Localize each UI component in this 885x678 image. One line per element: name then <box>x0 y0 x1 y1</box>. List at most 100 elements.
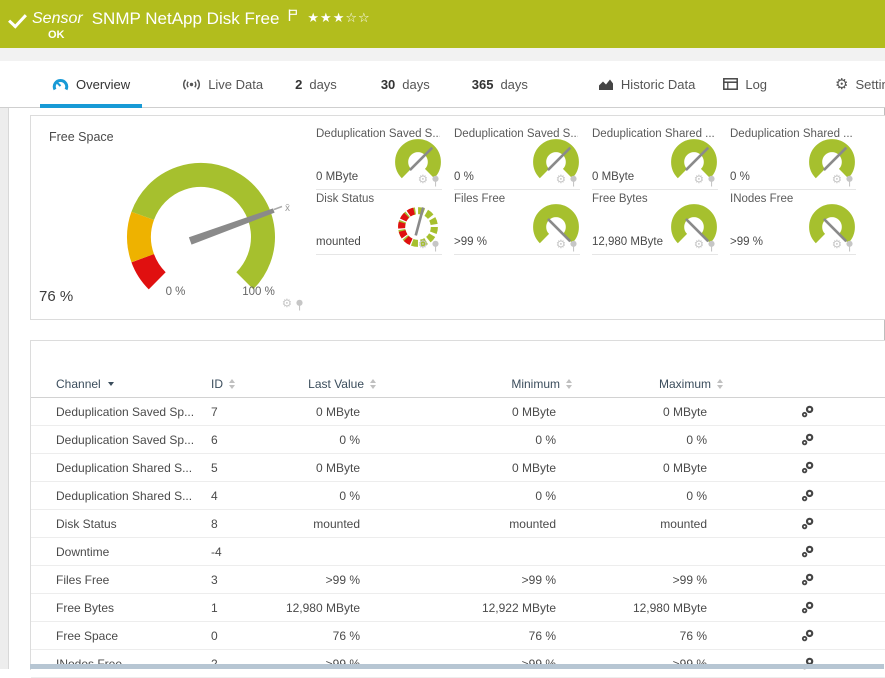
gauge-actions[interactable]: ⚙ <box>556 240 578 252</box>
gauge-min-label: 0 % <box>153 286 198 298</box>
channel-id: 4 <box>211 489 271 503</box>
table-row: Disk Status 8 mounted mounted mounted <box>31 510 885 538</box>
pin-icon[interactable] <box>845 240 854 252</box>
last-value: 0 MByte <box>271 405 376 419</box>
gauge-actions[interactable]: ⚙ <box>282 299 304 311</box>
pin-icon[interactable] <box>431 175 440 187</box>
next-panel-edge <box>30 664 884 669</box>
sort-header-channel[interactable]: Channel <box>56 377 211 391</box>
mini-gauge-files-free: Files Free >99 % ⚙ <box>454 191 580 255</box>
gear-icon[interactable]: ⚙ <box>694 175 704 187</box>
mini-gauge-dedup-saved-percent: Deduplication Saved S... 0 % ⚙ <box>454 126 580 190</box>
sort-desc-icon <box>108 382 114 386</box>
table-row: Files Free 3 >99 % >99 % >99 % <box>31 566 885 594</box>
pin-icon[interactable] <box>707 240 716 252</box>
gear-icon[interactable]: ⚙ <box>694 240 704 252</box>
pin-icon[interactable] <box>569 175 578 187</box>
channel-settings-icon[interactable] <box>801 433 814 446</box>
gauge-actions[interactable]: ⚙ <box>694 175 716 187</box>
tab-2-days[interactable]: 2days <box>283 61 349 107</box>
live-signal-icon <box>182 78 201 91</box>
channel-name: Deduplication Saved Sp... <box>56 405 211 419</box>
maximum-value: 0 MByte <box>572 405 723 419</box>
status-ok-check-icon <box>8 9 27 28</box>
tab-365-days[interactable]: 365days <box>460 61 540 107</box>
gear-icon[interactable]: ⚙ <box>832 175 842 187</box>
last-value: 12,980 MByte <box>271 601 376 615</box>
gauge-actions[interactable]: ⚙ <box>418 240 440 252</box>
mini-gauge-value: 12,980 MByte <box>592 236 663 248</box>
mini-gauge-inodes-free: INodes Free >99 % ⚙ <box>730 191 856 255</box>
table-row: Deduplication Shared S... 5 0 MByte 0 MB… <box>31 454 885 482</box>
tab-live-data[interactable]: Live Data <box>170 61 275 107</box>
gauge-actions[interactable]: ⚙ <box>832 240 854 252</box>
gear-icon: ⚙ <box>835 75 848 93</box>
sensor-status-badge: OK <box>48 29 65 41</box>
tab-label: Settings <box>856 77 885 92</box>
gear-icon[interactable]: ⚙ <box>418 175 428 187</box>
tab-label: days <box>309 77 336 92</box>
last-value: >99 % <box>271 573 376 587</box>
channel-id: 5 <box>211 461 271 475</box>
mini-gauge-value: mounted <box>316 236 361 248</box>
sort-header-minimum[interactable]: Minimum <box>376 377 572 391</box>
maximum-value: 12,980 MByte <box>572 601 723 615</box>
gauge-actions[interactable]: ⚙ <box>556 175 578 187</box>
maximum-value: 0 % <box>572 433 723 447</box>
channel-settings-icon[interactable] <box>801 461 814 474</box>
sort-header-last-value[interactable]: Last Value <box>271 377 376 391</box>
stars-empty: ☆☆ <box>345 10 370 25</box>
table-row: Free Bytes 1 12,980 MByte 12,922 MByte 1… <box>31 594 885 622</box>
header-gap <box>0 48 885 61</box>
gauge-actions[interactable]: ⚙ <box>694 240 716 252</box>
channel-name: Deduplication Shared S... <box>56 461 211 475</box>
pin-icon[interactable] <box>845 175 854 187</box>
tab-overview[interactable]: Overview <box>40 61 142 107</box>
pin-icon[interactable] <box>707 175 716 187</box>
mini-gauge-dedup-shared-space: Deduplication Shared ... 0 MByte ⚙ <box>592 126 718 190</box>
gear-icon[interactable]: ⚙ <box>282 299 292 311</box>
channel-settings-icon[interactable] <box>801 601 814 614</box>
channel-settings-icon[interactable] <box>801 545 814 558</box>
tab-30-days[interactable]: 30days <box>369 61 442 107</box>
channel-id: 6 <box>211 433 271 447</box>
gear-icon[interactable]: ⚙ <box>418 240 428 252</box>
table-header-row: Channel ID Last Value Minimum Maximum <box>31 371 885 398</box>
pin-icon[interactable] <box>569 240 578 252</box>
sort-header-maximum[interactable]: Maximum <box>572 377 723 391</box>
maximum-value: 0 MByte <box>572 461 723 475</box>
mini-gauge-value: >99 % <box>730 236 763 248</box>
priority-rating[interactable]: ★★★☆☆ <box>307 10 370 26</box>
table-row: Deduplication Shared S... 4 0 % 0 % 0 % <box>31 482 885 510</box>
minimum-value: 0 % <box>376 433 572 447</box>
tab-settings[interactable]: ⚙ Settings <box>823 61 885 107</box>
channel-settings-icon[interactable] <box>801 517 814 530</box>
gear-icon[interactable]: ⚙ <box>832 240 842 252</box>
gear-icon[interactable]: ⚙ <box>556 175 566 187</box>
gear-icon[interactable]: ⚙ <box>556 240 566 252</box>
tab-historic-data[interactable]: Historic Data <box>586 61 707 107</box>
channel-settings-icon[interactable] <box>801 405 814 418</box>
gauge-actions[interactable]: ⚙ <box>832 175 854 187</box>
channel-settings-icon[interactable] <box>801 489 814 502</box>
gauge-actions[interactable]: ⚙ <box>418 175 440 187</box>
flag-icon[interactable] <box>288 9 298 22</box>
stars-filled: ★★★ <box>307 10 345 25</box>
channel-table-panel: Channel ID Last Value Minimum Maximum De… <box>30 340 885 670</box>
channel-settings-icon[interactable] <box>801 629 814 642</box>
tab-log[interactable]: Log <box>711 61 779 107</box>
log-list-icon <box>723 78 738 90</box>
gauge-max-label: 100 % <box>231 286 286 298</box>
sensor-kind-label: Sensor <box>32 8 83 30</box>
main-gauge-free-space: Free Space x̄ 0 % 100 % 76 % ⚙ <box>31 116 316 319</box>
channel-id: 8 <box>211 517 271 531</box>
minimum-value: 12,922 MByte <box>376 601 572 615</box>
minimum-value: mounted <box>376 517 572 531</box>
pin-icon[interactable] <box>295 299 304 311</box>
channel-name: Deduplication Shared S... <box>56 489 211 503</box>
average-marker: x̄ <box>285 203 290 214</box>
channel-settings-icon[interactable] <box>801 573 814 586</box>
channel-name: Disk Status <box>56 517 211 531</box>
sort-header-id[interactable]: ID <box>211 377 271 391</box>
pin-icon[interactable] <box>431 240 440 252</box>
